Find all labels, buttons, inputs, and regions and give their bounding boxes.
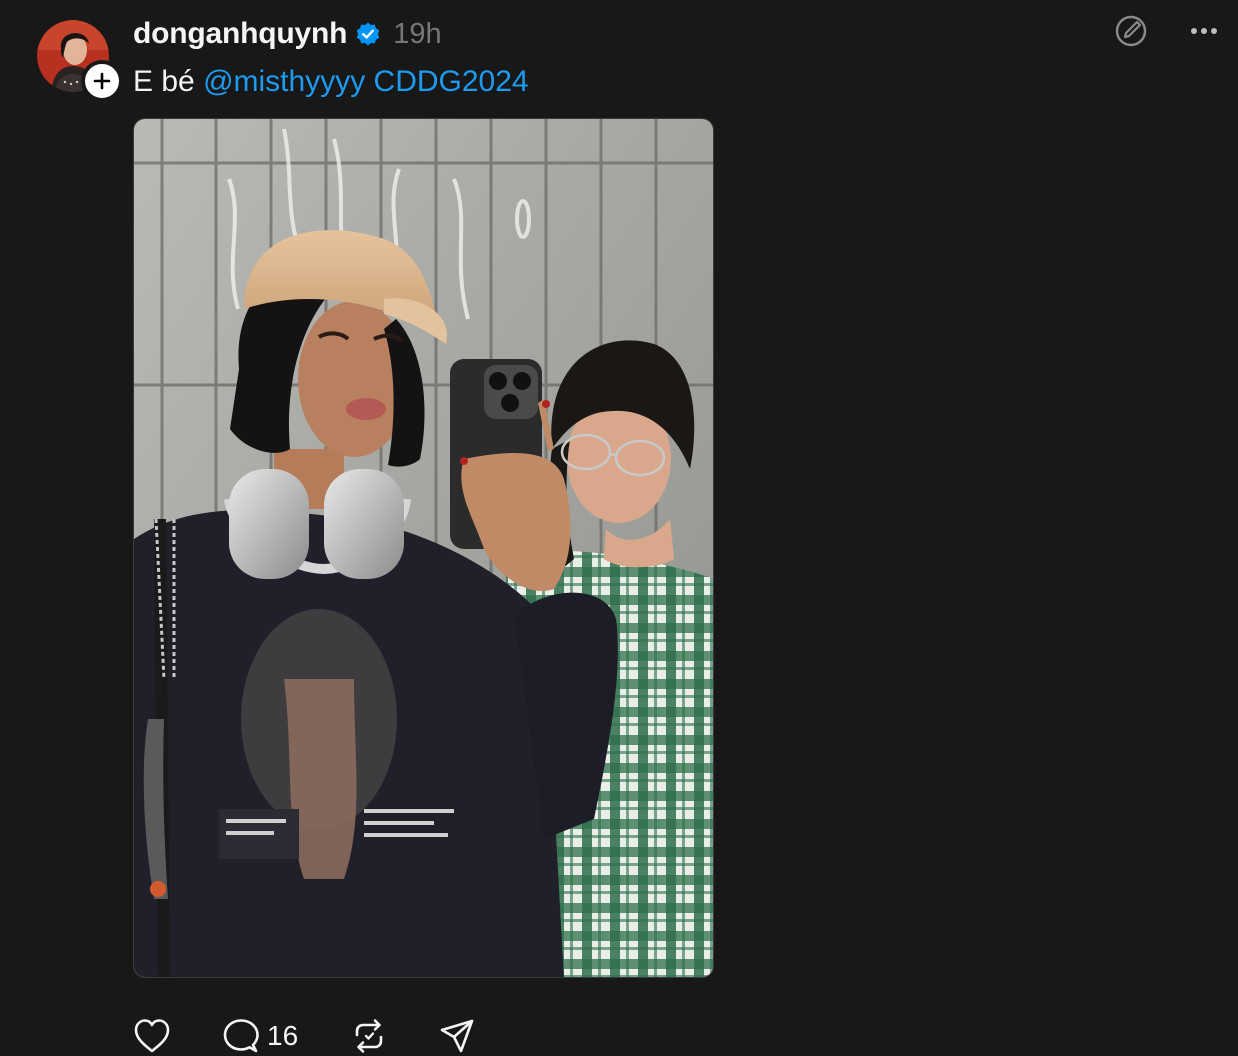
edit-circle-icon: [1115, 15, 1147, 47]
caption-mention[interactable]: @misthyyyy: [203, 65, 365, 98]
avatar-container: [37, 20, 123, 102]
username[interactable]: donganhquynh: [133, 17, 347, 51]
repost-icon: [355, 1019, 383, 1053]
caption-hashtag[interactable]: CDDG2024: [374, 65, 529, 98]
thread-post: donganhquynh 19h E bé @misthyyyy CDDG202…: [0, 0, 1238, 1056]
comment-count: 16: [267, 1020, 299, 1051]
more-options-button[interactable]: [1190, 27, 1218, 35]
plus-icon: [93, 72, 111, 90]
repost-button[interactable]: [351, 1018, 439, 1054]
more-dots-icon: [1191, 28, 1217, 34]
verified-badge-icon: [357, 22, 380, 46]
post-actions: 16: [133, 1016, 475, 1056]
like-button[interactable]: [133, 1018, 223, 1054]
post-header: donganhquynh 19h: [133, 14, 442, 54]
post-photo[interactable]: [133, 118, 714, 978]
caption-space: [365, 65, 373, 98]
share-button[interactable]: [439, 1018, 475, 1054]
mirror-selfie-image: [134, 119, 713, 977]
heart-icon: [134, 1019, 170, 1053]
post-time: 19h: [393, 17, 442, 50]
edit-button[interactable]: [1114, 14, 1148, 48]
follow-button[interactable]: [81, 60, 123, 102]
send-icon: [440, 1019, 474, 1053]
top-actions: [1114, 14, 1218, 48]
post-caption: E bé @misthyyyy CDDG2024: [133, 62, 529, 102]
caption-text: E bé: [133, 65, 204, 98]
comment-button[interactable]: 16: [223, 1018, 351, 1054]
comment-bubble-icon: [223, 1019, 259, 1053]
